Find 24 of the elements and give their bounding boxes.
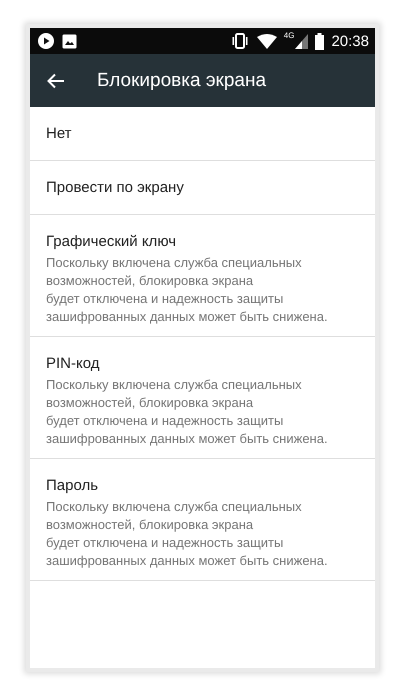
play-icon xyxy=(37,32,55,50)
option-summary: Поскольку включена служба специальных возможностей, блокировка экрана будет отключена и надежность защиты зашифрованных данных может быть снижена. xyxy=(46,498,329,570)
lock-option[interactable]: PIN-код Поскольку включена служба специальных возможностей, блокировка экрана будет отключена и надежность защиты зашифрованных данных может быть снижена. xyxy=(30,337,375,459)
option-summary: Поскольку включена служба специальных возможностей, блокировка экрана будет отключена и надежность защиты зашифрованных данных может быть снижена. xyxy=(46,376,329,448)
image-icon xyxy=(62,34,77,48)
option-title: Нет xyxy=(46,125,73,142)
option-title: Провести по экрану xyxy=(46,179,185,196)
lock-option[interactable]: Пароль Поскольку включена служба специальных возможностей, блокировка экрана будет отключена и надежность защиты зашифрованных данных может быть снижена. xyxy=(30,459,375,581)
wifi-icon xyxy=(256,34,277,48)
back-arrow-icon xyxy=(47,72,65,88)
lock-option[interactable]: Нет xyxy=(30,107,375,161)
back-button[interactable] xyxy=(47,72,65,88)
clock: 20:38 xyxy=(331,32,369,50)
signal-icon xyxy=(295,34,308,48)
option-title: Графический ключ xyxy=(46,233,178,250)
screen-title: Блокировка экрана xyxy=(97,70,266,92)
vibrate-icon xyxy=(230,33,250,49)
lock-option[interactable]: Графический ключ Поскольку включена служба специальных возможностей, блокировка экрана будет отключена и надежность защиты зашифрованных данных может быть снижена. xyxy=(30,215,375,337)
battery-icon xyxy=(315,32,324,50)
network-type: 4G xyxy=(284,31,294,40)
option-title: Пароль xyxy=(46,477,100,494)
option-title: PIN-код xyxy=(46,355,100,372)
lock-option[interactable]: Провести по экрану xyxy=(30,161,375,215)
option-summary: Поскольку включена служба специальных возможностей, блокировка экрана будет отключена и надежность защиты зашифрованных данных может быть снижена. xyxy=(46,254,329,326)
